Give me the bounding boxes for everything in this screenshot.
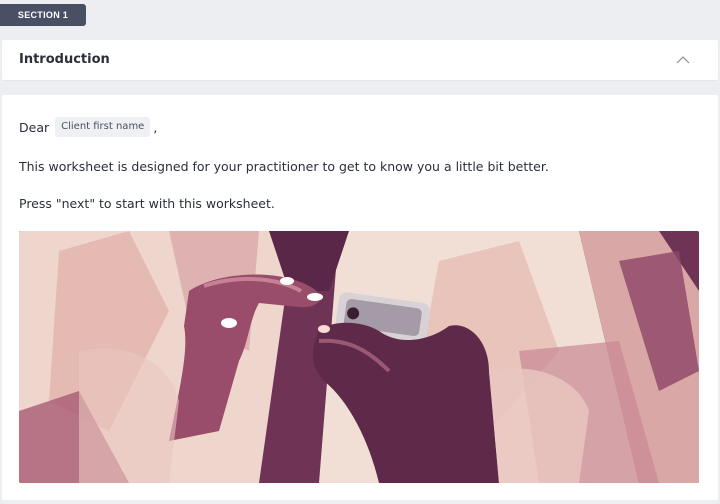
- section-badge-label: SECTION 1: [17, 10, 69, 20]
- collapse-toggle-button[interactable]: [672, 50, 694, 70]
- greeting-line: Dear Client first name ,: [19, 117, 157, 137]
- section-badge: SECTION 1: [0, 4, 86, 26]
- instruction-paragraph: Press "next" to start with this workshee…: [19, 196, 275, 211]
- greeting-punctuation: ,: [153, 119, 158, 135]
- hands-phone-illustration: [19, 231, 699, 483]
- client-first-name-chip: Client first name: [55, 117, 151, 137]
- section-header[interactable]: Introduction: [2, 40, 718, 80]
- chevron-up-icon: [676, 56, 690, 64]
- section-title: Introduction: [19, 52, 110, 67]
- greeting-word: Dear: [19, 119, 50, 135]
- illustration-image: [19, 231, 699, 483]
- intro-paragraph: This worksheet is designed for your prac…: [19, 159, 549, 174]
- section-body: Dear Client first name , This worksheet …: [2, 95, 718, 500]
- worksheet-page: SECTION 1 Introduction Dear Client first…: [0, 0, 720, 504]
